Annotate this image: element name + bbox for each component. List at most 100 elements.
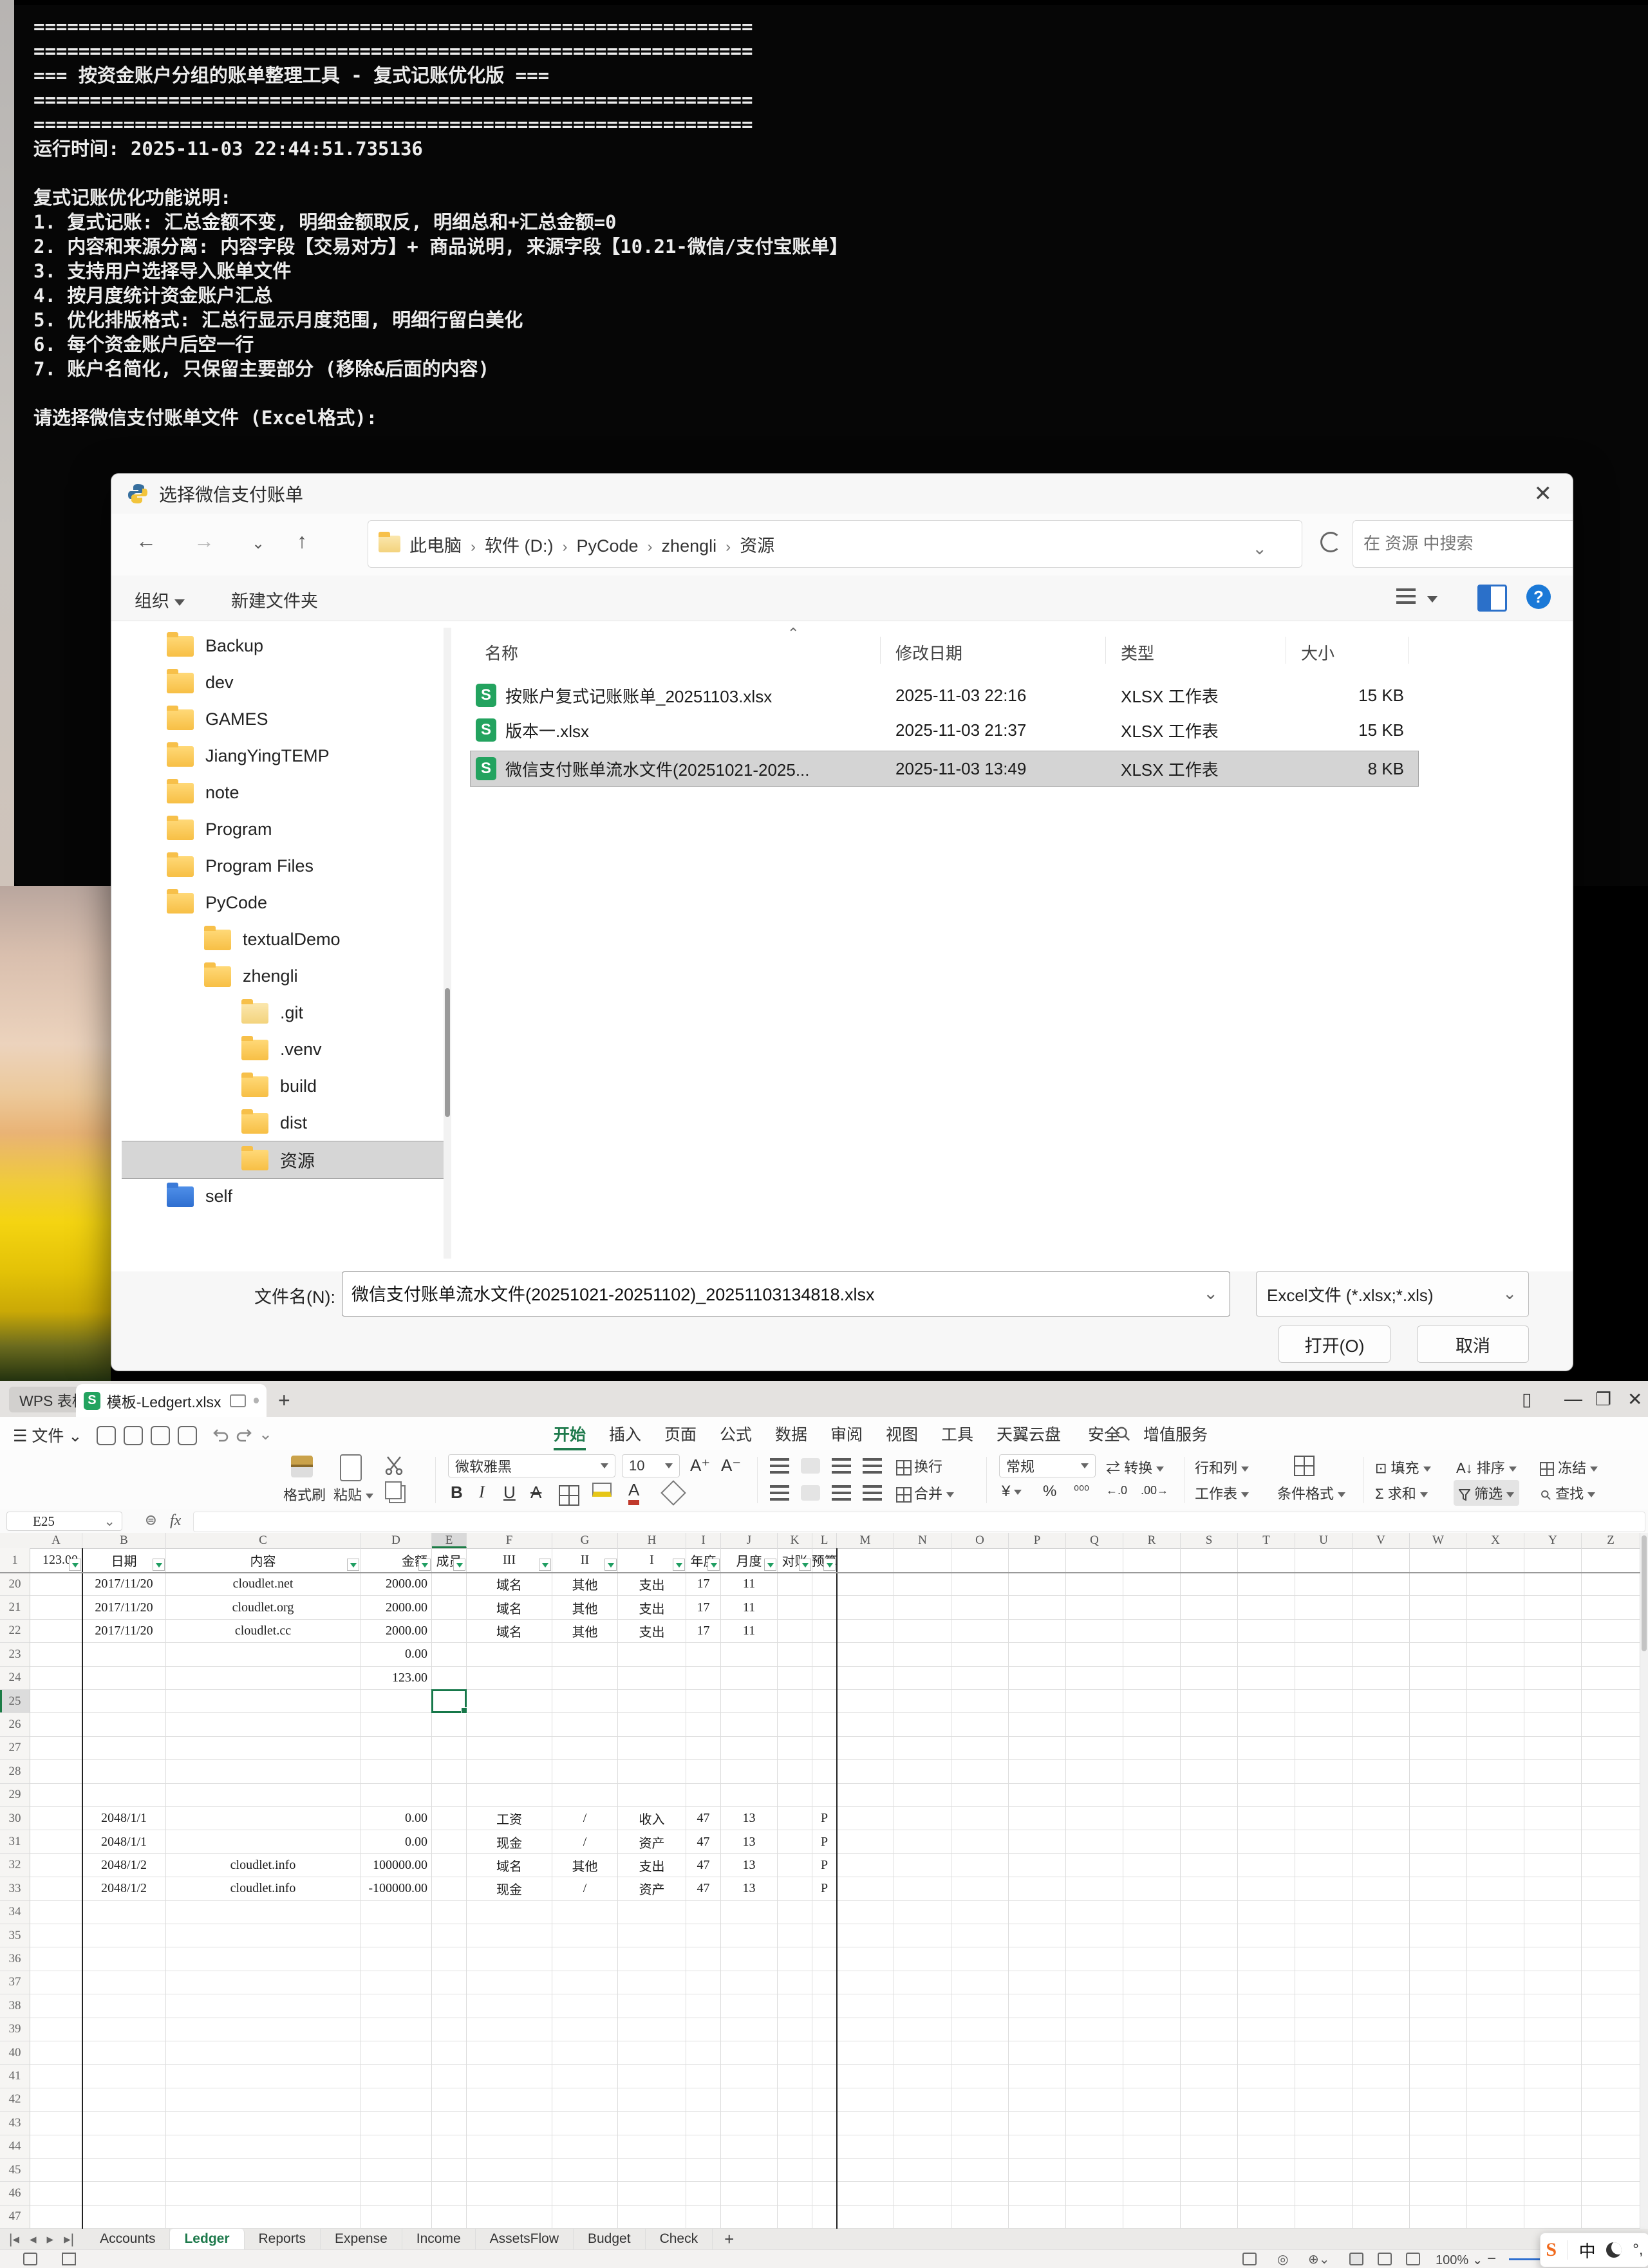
- cell-O46[interactable]: [951, 2182, 1009, 2205]
- cell-S27[interactable]: [1181, 1737, 1238, 1760]
- cell-D47[interactable]: [360, 2206, 432, 2229]
- cell-B42[interactable]: [82, 2088, 166, 2112]
- cell-B37[interactable]: [82, 1971, 166, 1994]
- cell-U34[interactable]: [1295, 1901, 1353, 1924]
- cell-F46[interactable]: [467, 2182, 552, 2205]
- cell-E26[interactable]: [432, 1713, 467, 1736]
- cell-E32[interactable]: [432, 1854, 467, 1877]
- cell-H38[interactable]: [618, 1994, 686, 2018]
- cell-J22[interactable]: 11: [721, 1620, 778, 1643]
- cell-Y34[interactable]: [1524, 1901, 1582, 1924]
- cell-A27[interactable]: [30, 1737, 82, 1760]
- column-header-name[interactable]: 名称: [485, 641, 518, 664]
- cell-X42[interactable]: [1467, 2088, 1524, 2112]
- cell-R41[interactable]: [1123, 2065, 1181, 2088]
- cell-B23[interactable]: [82, 1643, 166, 1666]
- breadcrumb-chevron-icon[interactable]: ⌄: [1252, 539, 1267, 559]
- filter-dropdown-icon[interactable]: [823, 1559, 836, 1571]
- cell-M22[interactable]: [837, 1620, 894, 1643]
- cell-C24[interactable]: [166, 1667, 360, 1690]
- cell-S28[interactable]: [1181, 1760, 1238, 1783]
- menu-tab-插入[interactable]: 插入: [609, 1422, 641, 1448]
- cell-A30[interactable]: [30, 1807, 82, 1830]
- redo-icon[interactable]: [236, 1427, 252, 1443]
- cell-R36[interactable]: [1123, 1947, 1181, 1971]
- cell-H45[interactable]: [618, 2159, 686, 2182]
- cell-O32[interactable]: [951, 1854, 1009, 1877]
- cell-A46[interactable]: [30, 2182, 82, 2205]
- cell-H1[interactable]: I: [618, 1548, 686, 1573]
- moon-icon[interactable]: [1606, 2242, 1622, 2258]
- cell-E30[interactable]: [432, 1807, 467, 1830]
- cell-N31[interactable]: [894, 1830, 951, 1853]
- cell-U32[interactable]: [1295, 1854, 1353, 1877]
- row-header-21[interactable]: 21: [0, 1596, 30, 1619]
- cell-A38[interactable]: [30, 1994, 82, 2018]
- cell-D1[interactable]: 金额: [360, 1548, 432, 1573]
- cell-G43[interactable]: [552, 2112, 618, 2135]
- cell-Q35[interactable]: [1066, 1924, 1123, 1947]
- cell-Y27[interactable]: [1524, 1737, 1582, 1760]
- cell-Q47[interactable]: [1066, 2206, 1123, 2229]
- cell-X32[interactable]: [1467, 1854, 1524, 1877]
- cell-Q28[interactable]: [1066, 1760, 1123, 1783]
- cell-R47[interactable]: [1123, 2206, 1181, 2229]
- cell-X29[interactable]: [1467, 1784, 1524, 1807]
- cell-R46[interactable]: [1123, 2182, 1181, 2205]
- cell-R29[interactable]: [1123, 1784, 1181, 1807]
- cell-Y44[interactable]: [1524, 2135, 1582, 2159]
- cell-L32[interactable]: P: [812, 1854, 837, 1877]
- decrease-font-icon[interactable]: A⁻: [721, 1456, 741, 1476]
- cell-E45[interactable]: [432, 2159, 467, 2182]
- cond-format-button[interactable]: 条件格式: [1277, 1483, 1345, 1503]
- cell-H27[interactable]: [618, 1737, 686, 1760]
- cell-I36[interactable]: [686, 1947, 721, 1971]
- currency-button[interactable]: ¥: [1002, 1483, 1022, 1501]
- cell-G28[interactable]: [552, 1760, 618, 1783]
- cell-I21[interactable]: 17: [686, 1596, 721, 1619]
- cell-R21[interactable]: [1123, 1596, 1181, 1619]
- cell-V44[interactable]: [1353, 2135, 1410, 2159]
- ime-lang-toggle[interactable]: 中: [1579, 2238, 1596, 2262]
- cell-R1[interactable]: [1123, 1548, 1181, 1573]
- cell-S40[interactable]: [1181, 2041, 1238, 2065]
- borders-icon[interactable]: [559, 1485, 579, 1506]
- cell-X43[interactable]: [1467, 2112, 1524, 2135]
- cell-E38[interactable]: [432, 1994, 467, 2018]
- cell-C40[interactable]: [166, 2041, 360, 2065]
- cell-E20[interactable]: [432, 1573, 467, 1596]
- cell-L47[interactable]: [812, 2206, 837, 2229]
- cell-K20[interactable]: [778, 1573, 812, 1596]
- italic-icon[interactable]: I: [479, 1483, 485, 1502]
- justify-icon[interactable]: [863, 1485, 882, 1501]
- cell-X21[interactable]: [1467, 1596, 1524, 1619]
- cell-Q37[interactable]: [1066, 1971, 1123, 1994]
- cell-C22[interactable]: cloudlet.cc: [166, 1620, 360, 1643]
- copy-icon[interactable]: [385, 1481, 402, 1499]
- cell-Q29[interactable]: [1066, 1784, 1123, 1807]
- cell-Y1[interactable]: [1524, 1548, 1582, 1573]
- freeze-button[interactable]: 冻结: [1540, 1457, 1598, 1477]
- increase-font-icon[interactable]: A⁺: [690, 1456, 710, 1476]
- cell-Z40[interactable]: [1582, 2041, 1640, 2065]
- cell-H31[interactable]: 资产: [618, 1830, 686, 1853]
- cell-T25[interactable]: [1238, 1690, 1295, 1713]
- cell-S44[interactable]: [1181, 2135, 1238, 2159]
- cell-F24[interactable]: [467, 1667, 552, 1690]
- fill-button[interactable]: ⊡ 填充: [1375, 1457, 1431, 1477]
- cell-Q32[interactable]: [1066, 1854, 1123, 1877]
- cell-J36[interactable]: [721, 1947, 778, 1971]
- cell-F26[interactable]: [467, 1713, 552, 1736]
- cell-U41[interactable]: [1295, 2065, 1353, 2088]
- cell-P24[interactable]: [1009, 1667, 1066, 1690]
- cell-X34[interactable]: [1467, 1901, 1524, 1924]
- cell-P35[interactable]: [1009, 1924, 1066, 1947]
- cell-L26[interactable]: [812, 1713, 837, 1736]
- cell-W42[interactable]: [1410, 2088, 1467, 2112]
- cell-Q24[interactable]: [1066, 1667, 1123, 1690]
- cell-K29[interactable]: [778, 1784, 812, 1807]
- cell-L36[interactable]: [812, 1947, 837, 1971]
- cell-E35[interactable]: [432, 1924, 467, 1947]
- cell-E23[interactable]: [432, 1643, 467, 1666]
- cell-K43[interactable]: [778, 2112, 812, 2135]
